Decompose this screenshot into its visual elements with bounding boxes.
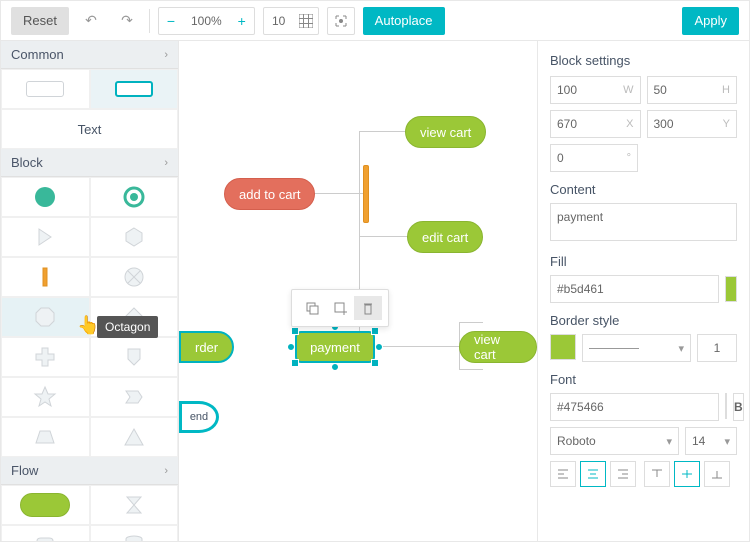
grid-control (263, 7, 319, 35)
divider (149, 9, 150, 33)
node-edit-cart[interactable]: edit cart (407, 221, 483, 253)
focus-icon[interactable] (327, 7, 355, 35)
delete-icon[interactable] (354, 296, 382, 320)
border-color-swatch[interactable] (550, 334, 576, 360)
heptagon-icon[interactable] (90, 217, 179, 257)
y-input[interactable]: Y (647, 110, 738, 138)
angle-input[interactable]: ° (550, 144, 638, 172)
font-color-swatch[interactable] (725, 393, 727, 419)
font-family-select[interactable]: Roboto▾ (550, 427, 679, 455)
properties-panel: Block settings W H X Y ° Content Fill Bo… (537, 41, 749, 541)
node-payment[interactable]: payment (295, 331, 375, 363)
resize-handle[interactable] (291, 359, 299, 367)
edge (459, 369, 483, 370)
font-color-input[interactable] (550, 393, 719, 421)
connector-handle[interactable] (287, 343, 295, 351)
add-icon[interactable] (326, 296, 354, 320)
valign-top-icon[interactable] (644, 461, 670, 487)
zoom-value: 100% (183, 14, 230, 28)
content-label: Content (550, 182, 737, 197)
border-style-select[interactable]: ▾ (582, 334, 691, 362)
section-flow[interactable]: Flow› (1, 457, 178, 485)
triangle-right-icon[interactable] (1, 217, 90, 257)
cursor-hand-icon: 👆 (77, 315, 99, 336)
section-block[interactable]: Block› (1, 149, 178, 177)
edge (359, 236, 409, 237)
shapes-panel: Common› Text Block› Flow› (1, 41, 179, 541)
resize-handle[interactable] (371, 327, 379, 335)
terminator-icon[interactable] (1, 485, 90, 525)
node-view-cart-2[interactable]: view cart (459, 331, 537, 363)
font-size-select[interactable]: 14▾ (685, 427, 737, 455)
align-center-icon[interactable] (580, 461, 606, 487)
resize-handle[interactable] (291, 327, 299, 335)
tooltip: Octagon (97, 316, 158, 338)
resize-handle[interactable] (371, 359, 379, 367)
align-right-icon[interactable] (610, 461, 636, 487)
grid-icon[interactable] (294, 7, 318, 35)
triangle-up-icon[interactable] (90, 417, 179, 457)
node-end[interactable]: end (179, 401, 219, 433)
redo-icon[interactable]: ↷ (113, 7, 141, 35)
edge (359, 131, 409, 132)
zoom-in-icon[interactable]: + (230, 7, 254, 35)
star-icon[interactable] (1, 377, 90, 417)
circle-cross-icon[interactable] (90, 257, 179, 297)
node-add-to-cart[interactable]: add to cart (224, 178, 315, 210)
apply-button[interactable]: Apply (682, 7, 739, 35)
display-icon[interactable] (1, 525, 90, 541)
node-view-cart[interactable]: view cart (405, 116, 486, 148)
autoplace-button[interactable]: Autoplace (363, 7, 445, 35)
toolbar: Reset ↶ ↷ − 100% + Autoplace Apply (1, 1, 749, 41)
shape-card[interactable] (90, 69, 179, 109)
node-rder[interactable]: rder (179, 331, 234, 363)
trapezoid-icon[interactable] (1, 417, 90, 457)
connector-handle[interactable] (331, 363, 339, 371)
node-vbar[interactable] (363, 165, 369, 223)
chevron-right-icon: › (164, 49, 168, 61)
valign-bottom-icon[interactable] (704, 461, 730, 487)
chevron-shape-icon[interactable] (90, 377, 179, 417)
grid-size-input[interactable] (264, 14, 294, 28)
hourglass-icon[interactable] (90, 485, 179, 525)
plus-icon[interactable] (1, 337, 90, 377)
reset-button[interactable]: Reset (11, 7, 69, 35)
panel-title: Block settings (550, 53, 737, 68)
shape-text[interactable]: Text (1, 109, 178, 149)
fill-label: Fill (550, 254, 737, 269)
content-textarea[interactable] (550, 203, 737, 241)
arrow-down-icon[interactable] (90, 337, 179, 377)
height-input[interactable]: H (647, 76, 738, 104)
chevron-right-icon: › (164, 465, 168, 477)
valign-middle-icon[interactable] (674, 461, 700, 487)
cylinder-icon[interactable] (90, 525, 179, 541)
circle-outline-icon[interactable] (90, 177, 179, 217)
font-label: Font (550, 372, 737, 387)
fill-color-swatch[interactable] (725, 276, 737, 302)
zoom-control: − 100% + (158, 7, 255, 35)
node-context-menu (291, 289, 389, 327)
border-width-input[interactable]: 1 (697, 334, 737, 362)
chevron-right-icon: › (164, 157, 168, 169)
undo-icon[interactable]: ↶ (77, 7, 105, 35)
width-input[interactable]: W (550, 76, 641, 104)
section-common[interactable]: Common› (1, 41, 178, 69)
fill-color-input[interactable] (550, 275, 719, 303)
zoom-out-icon[interactable]: − (159, 7, 183, 35)
edge (373, 346, 463, 347)
vertical-bar-icon[interactable] (1, 257, 90, 297)
copy-icon[interactable] (298, 296, 326, 320)
x-input[interactable]: X (550, 110, 641, 138)
edge (459, 322, 483, 323)
circle-filled-icon[interactable] (1, 177, 90, 217)
shape-card[interactable] (1, 69, 90, 109)
diagram-canvas[interactable]: add to cart view cart edit cart rder vie… (179, 41, 537, 541)
connector-handle[interactable] (375, 343, 383, 351)
bold-button[interactable]: B (733, 393, 744, 421)
align-left-icon[interactable] (550, 461, 576, 487)
border-label: Border style (550, 313, 737, 328)
